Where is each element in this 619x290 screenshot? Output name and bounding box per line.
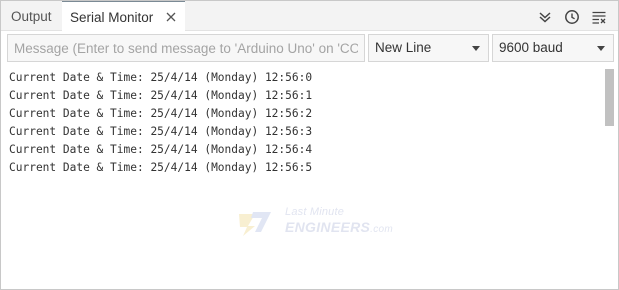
output-line: Current Date & Time: 25/4/14 (Monday) 12… bbox=[9, 89, 313, 102]
line-ending-value: New Line bbox=[375, 40, 432, 55]
tab-output[interactable]: Output bbox=[11, 1, 52, 31]
watermark-line2-suffix: .com bbox=[370, 224, 394, 235]
output-lines: Current Date & Time: 25/4/14 (Monday) 12… bbox=[9, 69, 312, 177]
output-line: Current Date & Time: 25/4/14 (Monday) 12… bbox=[9, 107, 313, 120]
lightning-logo-icon bbox=[235, 206, 279, 243]
tab-serial-monitor[interactable]: Serial Monitor bbox=[62, 1, 186, 31]
baud-rate-select[interactable]: 9600 baud bbox=[492, 34, 614, 62]
watermark-line2-main: ENGINEERS bbox=[285, 219, 371, 235]
watermark-line1: Last Minute bbox=[285, 206, 345, 218]
chevron-down-icon bbox=[597, 46, 605, 51]
tab-serial-monitor-label: Serial Monitor bbox=[70, 10, 154, 25]
output-line: Current Date & Time: 25/4/14 (Monday) 12… bbox=[9, 161, 313, 174]
clock-icon[interactable] bbox=[564, 9, 580, 25]
watermark-line2: ENGINEERS.com bbox=[285, 219, 393, 235]
output-line: Current Date & Time: 25/4/14 (Monday) 12… bbox=[9, 71, 313, 84]
line-ending-select[interactable]: New Line bbox=[368, 34, 489, 62]
serial-monitor-panel: Output Serial Monitor Message (Enter to … bbox=[0, 0, 619, 290]
collapse-down-icon[interactable] bbox=[537, 9, 553, 25]
clear-output-icon[interactable] bbox=[591, 9, 607, 25]
message-input[interactable] bbox=[7, 34, 365, 62]
input-row: New Line 9600 baud bbox=[1, 32, 618, 66]
tab-bar: Output Serial Monitor bbox=[1, 1, 618, 31]
vertical-scrollbar[interactable] bbox=[605, 69, 614, 126]
close-icon[interactable] bbox=[165, 3, 177, 22]
output-line: Current Date & Time: 25/4/14 (Monday) 12… bbox=[9, 143, 313, 156]
baud-rate-value: 9600 baud bbox=[499, 40, 563, 55]
serial-output[interactable]: Current Date & Time: 25/4/14 (Monday) 12… bbox=[1, 66, 618, 289]
output-line: Current Date & Time: 25/4/14 (Monday) 12… bbox=[9, 125, 313, 138]
watermark-logo: Last Minute ENGINEERS.com bbox=[235, 206, 395, 238]
chevron-down-icon bbox=[472, 46, 480, 51]
tab-output-label: Output bbox=[11, 9, 52, 24]
